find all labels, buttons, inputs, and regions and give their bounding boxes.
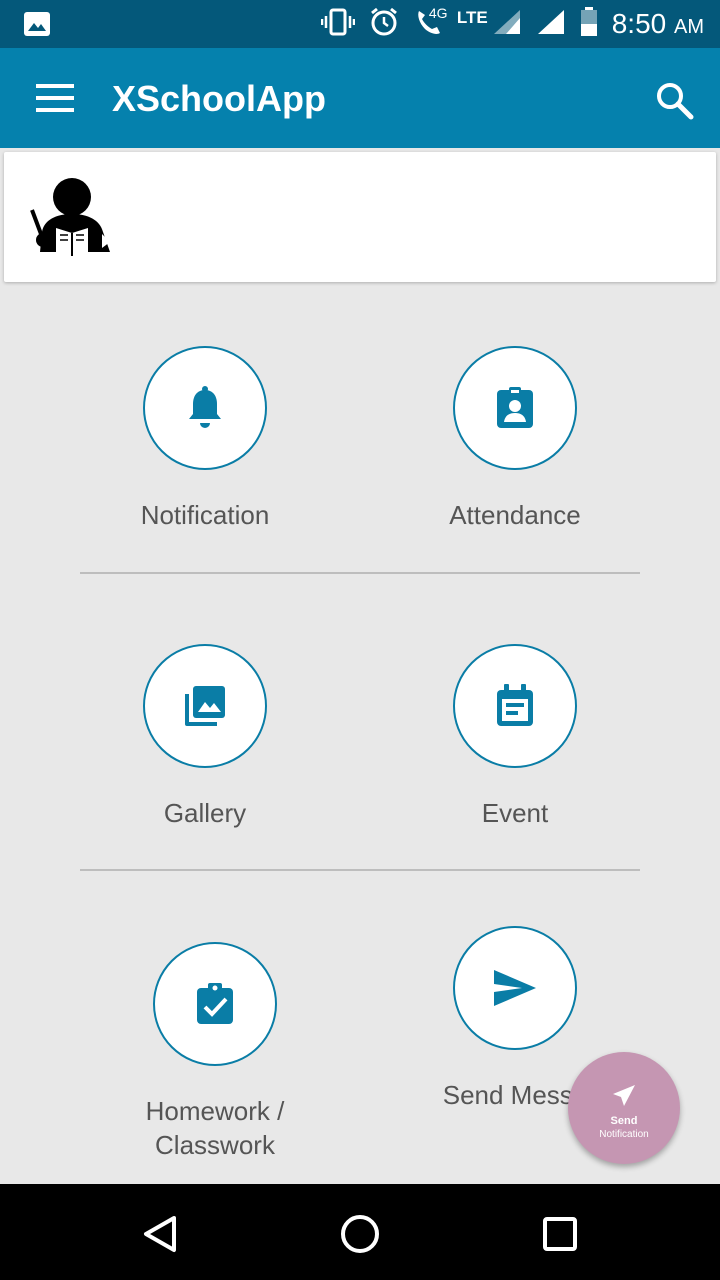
send-message-circle[interactable] — [453, 926, 577, 1050]
attendance-badge-icon — [497, 387, 533, 428]
status-bar: 4G LTE 8:50 AM — [0, 0, 720, 48]
search-icon[interactable] — [654, 80, 694, 120]
app-bar: XSchoolApp — [0, 48, 720, 148]
paper-plane-icon — [613, 1085, 635, 1106]
gallery-circle[interactable] — [143, 644, 267, 768]
tile-attendance[interactable]: Attendance — [360, 346, 670, 532]
image-notification-icon — [24, 12, 50, 41]
divider-2 — [80, 869, 640, 871]
tile-notification[interactable]: Notification — [50, 346, 360, 532]
homework-label-line1: Homework / — [145, 1096, 285, 1126]
bell-icon — [189, 386, 221, 428]
avatar[interactable] — [26, 172, 118, 264]
notification-label: Notification — [140, 500, 270, 530]
lte-label: LTE — [456, 8, 488, 27]
home-icon[interactable] — [338, 1212, 382, 1256]
tile-event[interactable]: Event — [360, 644, 670, 830]
homework-label-line2: Classwork — [155, 1130, 275, 1160]
battery-icon — [580, 6, 598, 42]
clipboard-check-icon — [197, 983, 233, 1024]
event-label: Event — [481, 798, 549, 828]
system-nav-bar — [0, 1184, 720, 1280]
alarm-icon — [369, 7, 399, 42]
gallery-icon — [185, 686, 225, 726]
notification-circle[interactable] — [143, 346, 267, 470]
gallery-label: Gallery — [163, 798, 247, 828]
homework-circle[interactable] — [153, 942, 277, 1066]
attendance-label: Attendance — [449, 500, 581, 530]
divider-1 — [80, 572, 640, 574]
fab-label-line2: Notification — [599, 1129, 649, 1140]
volte-call-icon: 4G — [413, 5, 448, 42]
send-notification-fab[interactable]: Send Notification — [568, 1052, 680, 1164]
hamburger-menu-icon[interactable] — [36, 84, 74, 112]
fab-label-line1: Send — [610, 1115, 638, 1127]
signal-icon — [492, 8, 522, 41]
recents-icon[interactable] — [538, 1212, 582, 1256]
attendance-circle[interactable] — [453, 346, 577, 470]
clock-ampm: AM — [674, 16, 704, 38]
calendar-icon — [497, 684, 533, 726]
homework-label: Homework / Classwork — [60, 1094, 370, 1162]
signal-icon-2 — [536, 8, 566, 41]
network-type-label: 4G — [428, 4, 448, 21]
event-circle[interactable] — [453, 644, 577, 768]
tile-gallery[interactable]: Gallery — [50, 644, 360, 830]
app-title: XSchoolApp — [112, 78, 326, 119]
clock-time: 8:50 — [611, 8, 667, 39]
profile-card[interactable] — [4, 152, 716, 282]
tile-homework[interactable]: Homework / Classwork — [60, 942, 370, 1162]
back-icon[interactable] — [138, 1212, 182, 1256]
clock: 8:50 AM — [612, 8, 704, 40]
send-icon — [494, 970, 536, 1006]
vibrate-icon — [320, 8, 356, 41]
